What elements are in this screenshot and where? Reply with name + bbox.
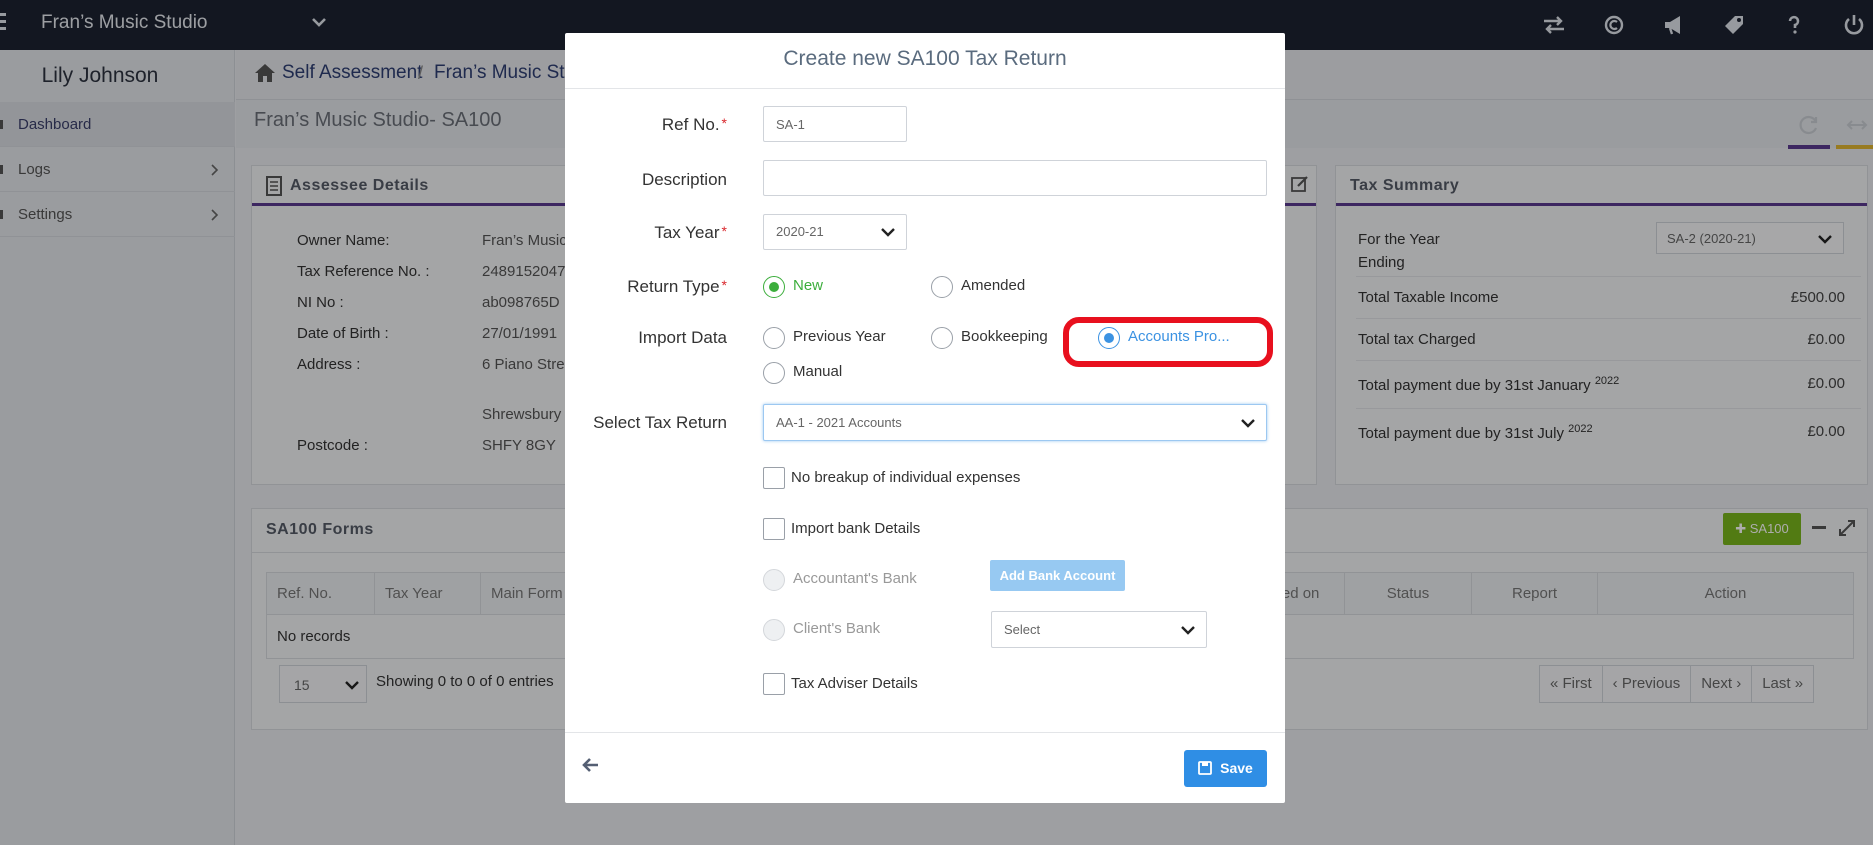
description-input[interactable] <box>763 160 1267 196</box>
back-arrow-icon[interactable] <box>582 756 600 774</box>
required-marker: * <box>721 277 727 293</box>
radio-circle <box>763 276 785 298</box>
chevron-down-icon <box>1241 418 1255 428</box>
radio-circle <box>763 327 785 349</box>
ref-no-input[interactable] <box>763 106 907 142</box>
modal-title: Create new SA100 Tax Return <box>783 47 1067 70</box>
radio-label: Client's Bank <box>793 620 881 637</box>
radio-label: Previous Year <box>793 328 886 345</box>
checkbox-box <box>763 673 785 695</box>
highlight-annotation <box>1063 317 1273 367</box>
radio-label: Manual <box>793 363 843 380</box>
chevron-down-icon <box>1181 625 1195 635</box>
radio-label: Accountant's Bank <box>793 570 917 587</box>
radio-label: Amended <box>961 277 1026 294</box>
save-label: Save <box>1220 760 1253 776</box>
client-bank-select[interactable]: Select <box>991 611 1207 648</box>
client-bank-select-value: Select <box>1004 622 1041 637</box>
return-type-label: Return Type * <box>627 277 727 297</box>
modal-footer-divider <box>565 732 1285 733</box>
checkbox-box <box>763 467 785 489</box>
chevron-down-icon <box>881 228 895 237</box>
floppy-disk-icon <box>1198 761 1213 775</box>
add-bank-account-button[interactable]: Add Bank Account <box>990 560 1125 591</box>
ref-no-label: Ref No. * <box>662 115 727 135</box>
tax-year-value: 2020-21 <box>776 224 824 239</box>
ref-no-label-text: Ref No. <box>661 115 720 134</box>
select-tax-return-dropdown[interactable]: AA-1 - 2021 Accounts <box>763 404 1267 441</box>
radio-label: Bookkeeping <box>961 328 1048 345</box>
modal-header: Create new SA100 Tax Return <box>565 33 1285 89</box>
radio-circle <box>931 327 953 349</box>
checkbox-box <box>763 518 785 540</box>
checkbox-label: No breakup of individual expenses <box>791 469 1021 486</box>
select-tax-return-value: AA-1 - 2021 Accounts <box>776 415 902 430</box>
required-marker: * <box>721 115 727 131</box>
description-label: Description <box>641 170 727 189</box>
radio-circle <box>931 276 953 298</box>
checkbox-label: Import bank Details <box>791 520 921 537</box>
required-marker: * <box>721 223 727 239</box>
return-type-label-text: Return Type <box>627 277 720 296</box>
radio-circle <box>763 569 785 591</box>
radio-label: New <box>793 277 824 294</box>
tax-year-label: Tax Year * <box>654 223 727 243</box>
save-button[interactable]: Save <box>1184 750 1267 787</box>
checkbox-label: Tax Adviser Details <box>791 675 918 692</box>
tax-year-label-text: Tax Year <box>654 223 720 242</box>
select-tax-return-label: Select Tax Return <box>593 413 727 432</box>
tax-year-select[interactable]: 2020-21 <box>763 214 907 250</box>
radio-circle <box>763 619 785 641</box>
import-data-label: Import Data <box>638 328 727 347</box>
radio-circle <box>763 362 785 384</box>
